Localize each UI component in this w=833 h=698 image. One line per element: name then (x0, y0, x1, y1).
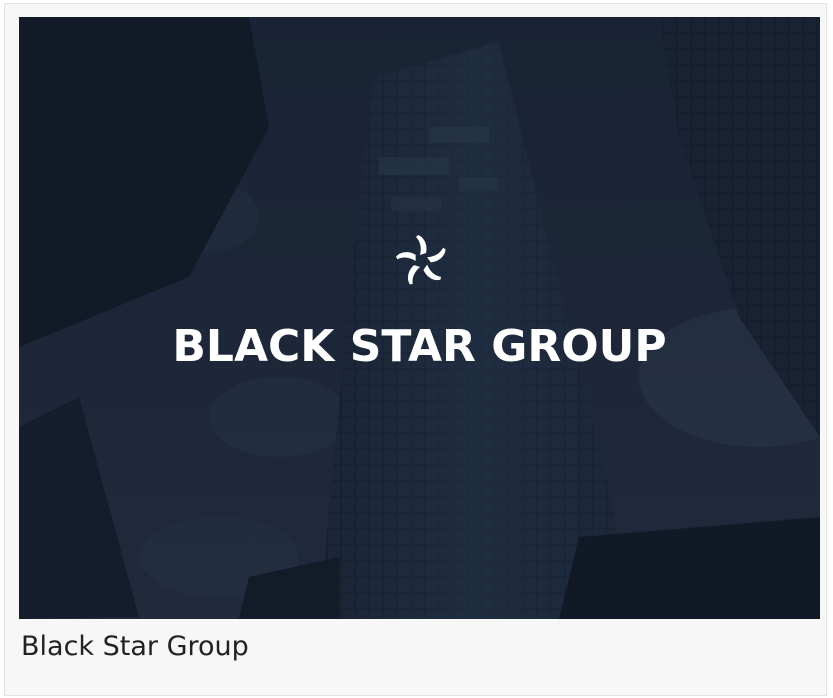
company-image[interactable]: BLACK STAR GROUP (19, 17, 820, 619)
gallery-card: BLACK STAR GROUP Black Star Group (4, 3, 827, 696)
company-logo-text: BLACK STAR GROUP (172, 321, 667, 372)
image-caption: Black Star Group (21, 631, 249, 662)
pinwheel-star-icon (396, 235, 446, 285)
